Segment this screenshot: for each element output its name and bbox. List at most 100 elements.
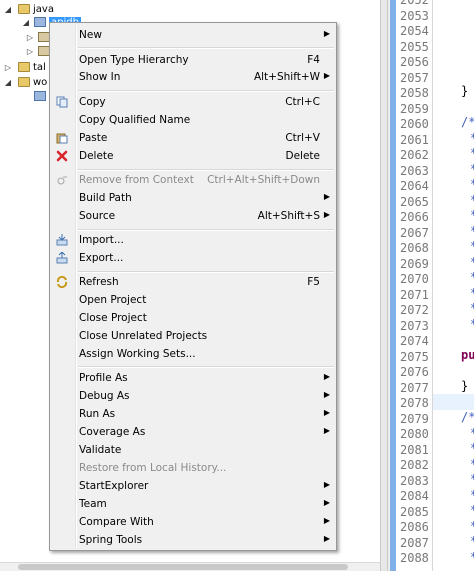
line-number: 2075 [400,349,429,364]
line-number: 2085 [400,504,429,519]
menu-item-label: Delete [79,150,114,162]
tree-item-child[interactable] [34,89,49,103]
line-number: 2068 [400,241,429,255]
expand-icon[interactable]: ▷ [26,46,34,56]
code-editor[interactable]: } /* * * * * * * * * * * * * * pu } /* *… [433,0,474,571]
menu-item-label: StartExplorer [79,480,149,492]
tree-item-label: wo [33,76,48,88]
menu-item-refresh[interactable]: Refresh F5 [52,273,334,291]
code-comment: /* [461,115,474,129]
line-number: 2074 [400,334,429,348]
collapse-icon[interactable]: ◢ [4,77,12,87]
shortcut-label: Ctrl+C [285,96,320,108]
line-number: 2088 [400,551,429,565]
expand-icon[interactable]: ▷ [26,32,34,42]
menu-item-spring-tools[interactable]: Spring Tools ▶ [52,531,334,549]
menu-item-copy-qualified-name[interactable]: Copy Qualified Name [52,111,334,129]
menu-item-label: Close Unrelated Projects [79,330,208,342]
code-comment: * [470,534,474,550]
tree-item-tal[interactable]: ▷ tal [4,60,46,74]
menu-item-new[interactable]: New ▶ [52,26,334,44]
submenu-arrow-icon: ▶ [323,498,330,507]
code-comment: * [470,208,474,224]
project-folder-icon [18,62,30,72]
scrollbar-thumb[interactable] [18,564,348,570]
menu-separator [78,366,334,368]
menu-item-label: Coverage As [79,426,146,438]
code-comment: * [470,146,474,162]
menu-item-delete[interactable]: Delete Delete [52,147,334,165]
project-icon [34,91,46,101]
menu-item-label: Remove from Context [79,174,194,186]
code-comment: * [470,193,474,209]
menu-item-validate[interactable]: Validate [52,441,334,459]
line-number: 2055 [400,39,429,54]
menu-item-label: Debug As [79,390,130,402]
remove-context-icon [57,176,67,185]
code-comment: /* [461,410,474,424]
menu-item-label: Validate [79,444,122,456]
horizontal-scrollbar[interactable] [0,562,380,571]
menu-item-build-path[interactable]: Build Path ▶ [52,189,334,207]
code-comment: * [470,177,474,193]
code-comment: * [470,488,474,504]
menu-item-show-in[interactable]: Show In Alt+Shift+W ▶ [52,68,334,86]
menu-item-startexplorer[interactable]: StartExplorer ▶ [52,477,334,495]
code-comment: * [470,301,474,317]
submenu-arrow-icon: ▶ [323,426,330,435]
menu-item-source[interactable]: Source Alt+Shift+S ▶ [52,207,334,225]
menu-item-label: Open Project [79,294,147,306]
submenu-arrow-icon: ▶ [323,516,330,525]
submenu-arrow-icon: ▶ [323,192,330,201]
copy-icon [56,96,68,108]
menu-item-label: Profile As [79,372,128,384]
menu-item-label: Compare With [79,516,154,528]
code-comment: * [470,550,474,566]
menu-item-label: Build Path [79,192,132,204]
menu-item-profile-as[interactable]: Profile As ▶ [52,369,334,387]
submenu-arrow-icon: ▶ [323,29,330,38]
menu-item-run-as[interactable]: Run As ▶ [52,405,334,423]
menu-item-label: Restore from Local History... [79,462,227,474]
code-text: } [461,84,469,98]
paste-icon [56,133,68,144]
tree-item-label: java [33,3,54,15]
code-comment: * [470,472,474,488]
menu-item-copy[interactable]: Copy Ctrl+C [52,93,334,111]
menu-item-label: Close Project [79,312,147,324]
tree-item-java[interactable]: ◢ java [4,2,54,16]
code-comment: * [470,503,474,519]
line-number: 2064 [400,179,429,193]
code-comment: * [470,317,474,333]
menu-item-label: Assign Working Sets... [79,348,196,360]
line-number: 2069 [400,256,429,271]
menu-item-paste[interactable]: Paste Ctrl+V [52,129,334,147]
collapse-icon[interactable]: ◢ [4,4,12,14]
collapse-icon[interactable]: ◢ [22,17,30,27]
line-number: 2056 [400,55,429,69]
menu-item-coverage-as[interactable]: Coverage As ▶ [52,423,334,441]
expand-icon[interactable]: ▷ [4,62,12,72]
current-line-highlight [433,394,474,410]
tree-item-label: tal [33,61,46,73]
menu-item-compare-with[interactable]: Compare With ▶ [52,513,334,531]
menu-item-export[interactable]: Export... [52,249,334,267]
view-splitter[interactable] [380,0,388,571]
code-comment: * [470,286,474,302]
menu-item-open-project[interactable]: Open Project [52,291,334,309]
menu-item-label: Open Type Hierarchy [79,54,189,66]
menu-item-import[interactable]: Import... [52,231,334,249]
submenu-arrow-icon: ▶ [323,372,330,381]
menu-item-team[interactable]: Team ▶ [52,495,334,513]
code-comment: * [470,131,474,147]
menu-item-assign-working-sets[interactable]: Assign Working Sets... [52,345,334,363]
line-number: 2083 [400,473,429,488]
menu-item-close-unrelated-projects[interactable]: Close Unrelated Projects [52,327,334,345]
line-number: 2087 [400,535,429,550]
menu-item-debug-as[interactable]: Debug As ▶ [52,387,334,405]
shortcut-label: Alt+Shift+W [253,71,320,83]
menu-item-close-project[interactable]: Close Project [52,309,334,327]
tree-item-wo[interactable]: ◢ wo [4,75,47,89]
import-icon [56,234,68,246]
menu-item-open-type-hierarchy[interactable]: Open Type Hierarchy F4 [52,51,334,69]
